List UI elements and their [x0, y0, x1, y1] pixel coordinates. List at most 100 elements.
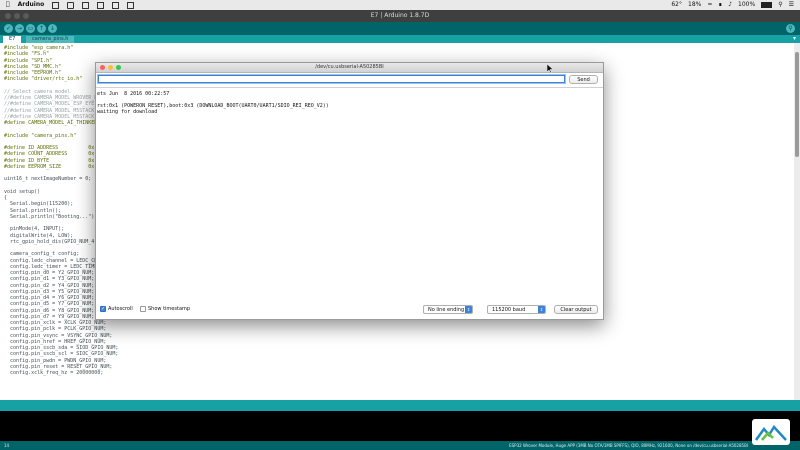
menu-icon-3[interactable]: [82, 1, 90, 9]
save-button[interactable]: ↓: [48, 24, 57, 33]
code-line: uint16_t nextImageNumber = 0;: [4, 176, 92, 183]
menu-icon-5[interactable]: [112, 1, 120, 9]
zoom-window-button[interactable]: [23, 13, 29, 19]
code-line: #define CAMERA_MODEL_AI_THINKER: [4, 120, 98, 126]
autoscroll-label: Autoscroll: [108, 306, 133, 312]
app-menu-name[interactable]: Arduino: [18, 0, 45, 10]
console-output: [0, 411, 800, 441]
upload-button[interactable]: →: [15, 24, 24, 33]
code-line: config.pin_d7 = Y9_GPIO_NUM;: [4, 313, 95, 320]
code-line: //#define CAMERA_MODEL_M5STACK_: [4, 107, 98, 114]
code-line: // Select camera model: [4, 88, 71, 95]
minimize-window-button[interactable]: [14, 13, 20, 19]
tab-e7[interactable]: E7: [3, 36, 22, 43]
menu-icon-1[interactable]: [52, 1, 60, 9]
volume-icon[interactable]: ♪: [728, 0, 732, 10]
code-line: config.pin_sscb_scl = SIOC_GPIO_NUM;: [4, 351, 119, 358]
serial-input[interactable]: [98, 75, 565, 83]
code-line: config.pin_d2 = Y4_GPIO_NUM;: [4, 282, 95, 289]
tab-camera-pins[interactable]: camera_pins.h: [26, 36, 75, 43]
close-window-button[interactable]: [5, 13, 11, 19]
code-line: config.pin_d1 = Y3_GPIO_NUM;: [4, 276, 95, 283]
code-line: config.xclk_freq_hz = 20000000;: [4, 370, 104, 376]
cpu-label: 18%: [688, 1, 702, 8]
send-button[interactable]: Send: [569, 75, 598, 84]
wifi-icon[interactable]: ≈: [707, 0, 712, 10]
code-line: #define COUNT_ADDRESS 0x: [4, 151, 95, 158]
code-line: //#define CAMERA_MODEL_ESP_EYE: [4, 101, 95, 108]
new-button[interactable]: ▭: [26, 24, 35, 33]
code-line: #define EEPROM_SIZE 0x: [4, 163, 95, 170]
tab-bar: E7 camera_pins.h ▾: [0, 35, 800, 43]
serial-monitor-footer: ✓ Autoscroll Show timestamp No line endi…: [96, 301, 603, 319]
bottom-status-bar: 14 ESP32 Wrover Module, Huge APP (3MB No…: [0, 441, 800, 450]
minimize-monitor-button[interactable]: [108, 65, 113, 70]
close-monitor-button[interactable]: [100, 65, 105, 70]
code-line: config.ledc_channel = LEDC_CHA: [4, 257, 101, 264]
menu-icon-4[interactable]: [97, 1, 105, 9]
code-line: void setup(): [4, 188, 41, 195]
menu-icon-6[interactable]: [127, 1, 135, 9]
code-line: config.pin_pwdn = PWDN_GPIO_NUM;: [4, 357, 107, 364]
code-line: camera_config_t config;: [4, 251, 80, 258]
code-line: Serial.println();: [4, 207, 62, 214]
code-line: config.pin_vsync = VSYNC_GPIO_NUM;: [4, 332, 113, 339]
system-menu-bar:  Arduino 62° 18% ≈ ∎ ♪ 100% ⚲ ☰: [0, 0, 800, 10]
code-line: #include "EEPROM.h": [4, 70, 62, 76]
open-button[interactable]: ↑: [37, 24, 46, 33]
code-line: #include "driver/rtc_io.h": [4, 76, 83, 83]
menu-list-icon[interactable]: ☰: [789, 0, 794, 10]
serial-output[interactable]: ets Jun 8 2016 00:22:57 rst:0x1 (POWERON_…: [96, 87, 603, 300]
zoom-monitor-button[interactable]: [116, 65, 121, 70]
code-line: #define ID_BYTE 0x: [4, 157, 95, 164]
editor-scrollbar-thumb[interactable]: [795, 52, 799, 157]
code-line: config.pin_reset = RESET_GPIO_NUM;: [4, 363, 113, 370]
code-line: {: [4, 195, 8, 201]
timestamp-label: Show timestamp: [148, 306, 191, 312]
code-line: #define ID_ADDRESS 0x: [4, 145, 95, 151]
serial-output-line: waiting for download: [97, 109, 158, 115]
line-ending-select[interactable]: No line ending ↕: [423, 305, 473, 314]
code-line: Serial.begin(115200);: [4, 201, 74, 208]
clear-output-button[interactable]: Clear output: [554, 305, 598, 314]
search-icon[interactable]: ⚲: [778, 0, 782, 10]
code-line: config.pin_d0 = Y2_GPIO_NUM;: [4, 270, 95, 276]
board-info: ESP32 Wrover Module, Huge APP (3MB No OT…: [509, 443, 748, 448]
status-bar: [0, 400, 800, 411]
code-line: #include "esp_camera.h": [4, 45, 74, 51]
battery-icon[interactable]: [761, 2, 773, 8]
code-line: config.pin_d5 = Y7_GPIO_NUM;: [4, 301, 95, 308]
code-line: config.ledc_timer = LEDC_TIMER: [4, 263, 101, 270]
code-line: config.pin_d6 = Y8_GPIO_NUM;: [4, 307, 95, 314]
baud-select[interactable]: 115200 baud ↕: [487, 305, 546, 314]
autoscroll-checkbox[interactable]: ✓: [100, 306, 106, 312]
code-line: //#define CAMERA_MODEL_WROVER_K: [4, 95, 98, 101]
serial-monitor-button[interactable]: ⚲: [786, 24, 795, 33]
temperature-label: 62°: [671, 1, 682, 8]
code-line: rtc_gpio_hold_dis(GPIO_NUM_4);: [4, 238, 101, 245]
serial-monitor-titlebar: /dev/cu.usbserial-A50285BI: [96, 63, 603, 73]
code-line: //#define CAMERA_MODEL_M5STACK_: [4, 113, 98, 120]
serial-output-line: ets Jun 8 2016 00:22:57: [97, 91, 170, 97]
line-ending-value: No line ending: [428, 307, 465, 313]
code-line: #include "SD_MMC.h": [4, 63, 62, 70]
serial-monitor-title: /dev/cu.usbserial-A50285BI: [315, 64, 384, 70]
code-line: #include "camera_pins.h": [4, 132, 77, 139]
watermark-logo: [752, 419, 790, 445]
code-line: config.pin_href = HREF_GPIO_NUM;: [4, 338, 107, 345]
timestamp-checkbox[interactable]: [140, 306, 146, 312]
code-line: config.pin_sscb_sda = SIOD_GPIO_NUM;: [4, 345, 119, 351]
arduino-toolbar: ✓ → ▭ ↑ ↓ ⚲: [0, 22, 800, 35]
tab-menu-icon[interactable]: ▾: [793, 35, 796, 43]
code-line: #include "SPI.h": [4, 57, 53, 64]
window-title: E7 | Arduino 1.8.7D: [370, 12, 430, 19]
code-line: config.pin_pclk = PCLK_GPIO_NUM;: [4, 326, 107, 333]
apple-icon[interactable]: : [6, 0, 10, 10]
code-line: pinMode(4, INPUT);: [4, 226, 65, 233]
verify-button[interactable]: ✓: [4, 24, 13, 33]
bluetooth-icon[interactable]: ∎: [718, 0, 722, 10]
window-titlebar: E7 | Arduino 1.8.7D: [0, 10, 800, 22]
code-line: digitalWrite(4, LOW);: [4, 232, 74, 239]
menu-icon-2[interactable]: [67, 1, 75, 9]
chevron-down-icon: ↕: [465, 306, 472, 313]
